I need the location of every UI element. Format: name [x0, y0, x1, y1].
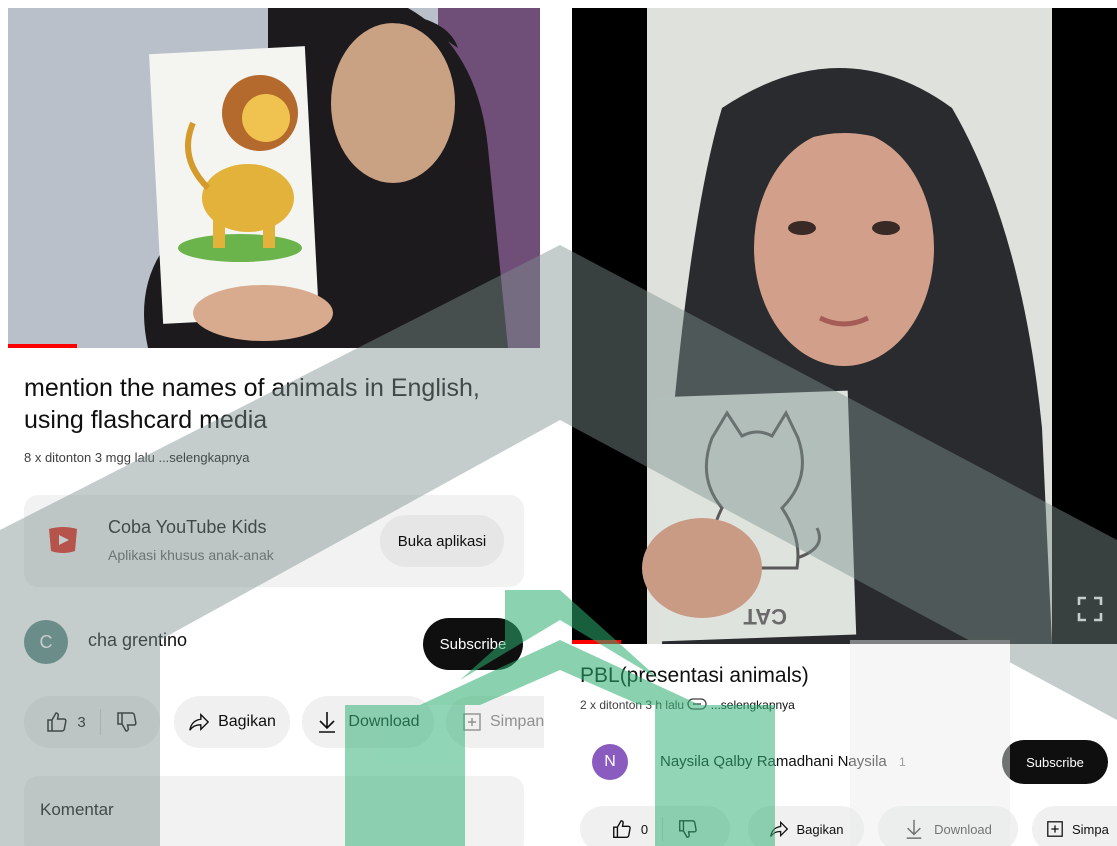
share-button[interactable]: Bagikan [174, 696, 290, 748]
download-icon [906, 819, 922, 839]
promo-title: Coba YouTube Kids [108, 517, 267, 537]
video-frame-lion [8, 8, 540, 348]
more-link[interactable]: ...selengkapnya [158, 450, 249, 465]
separator [544, 0, 572, 846]
channel-name[interactable]: Naysila Qalby Ramadhani Naysila 1 [660, 753, 906, 770]
promo-subtitle: Aplikasi khusus anak-anak [108, 547, 274, 563]
view-count: 2 x ditonton [580, 698, 643, 712]
dislike-button[interactable] [677, 818, 699, 840]
video-meta: 8 x ditonton 3 mgg lalu ...selengkapnya [24, 450, 250, 465]
subscribe-button[interactable]: Subscribe [423, 618, 523, 670]
save-label: Simpa [1072, 821, 1109, 837]
like-dislike-group: 3 [24, 696, 160, 748]
save-button[interactable]: Simpan [446, 696, 544, 748]
thumbs-down-icon [116, 712, 137, 732]
divider [662, 817, 664, 841]
download-label: Download [348, 713, 420, 730]
open-app-button[interactable]: Buka aplikasi [380, 515, 504, 567]
like-count: 3 [77, 713, 86, 731]
view-count: 8 x ditonton [24, 450, 92, 465]
channel-avatar[interactable]: N [592, 744, 628, 780]
video-player[interactable]: CAT [572, 8, 1117, 644]
subscriber-count: 1 [898, 755, 906, 769]
video-player[interactable] [8, 8, 540, 348]
download-icon [319, 712, 336, 733]
share-button[interactable]: Bagikan [748, 806, 864, 846]
youtube-kids-promo: Coba YouTube Kids Aplikasi khusus anak-a… [24, 495, 524, 587]
video-title: mention the names of animals in English,… [24, 374, 480, 434]
divider [99, 709, 101, 735]
more-link[interactable]: ...selengkapnya [711, 698, 795, 712]
video-meta: 2 x ditonton 3 h lalu ...selengkapnya [580, 698, 795, 713]
thumbs-down-icon [679, 820, 697, 838]
fullscreen-icon[interactable] [1077, 596, 1103, 627]
video-frame-cat: CAT [572, 8, 1117, 644]
save-button[interactable]: Simpa [1032, 806, 1117, 846]
channel-avatar[interactable]: C [24, 620, 68, 664]
share-icon [189, 713, 210, 731]
save-label: Simpan [490, 713, 544, 730]
download-label: Download [934, 821, 992, 837]
upload-age: 3 mgg lalu [94, 450, 155, 465]
save-playlist-icon [1047, 821, 1063, 837]
comments-section[interactable]: Komentar [24, 776, 524, 846]
like-button[interactable]: 3 [45, 710, 86, 734]
download-button[interactable]: Download [302, 696, 434, 748]
youtube-kids-icon [46, 525, 80, 560]
video-progress-bar[interactable] [8, 344, 78, 348]
avatar-letter: C [39, 631, 53, 652]
like-count: 0 [640, 821, 649, 837]
link-icon [687, 698, 708, 713]
comments-label: Komentar [40, 800, 114, 819]
share-icon [769, 820, 788, 838]
download-button[interactable]: Download [878, 806, 1018, 846]
upload-age: 3 h lalu [645, 698, 685, 712]
share-label: Bagikan [218, 713, 276, 730]
save-playlist-icon [463, 713, 481, 731]
video-title: PBL(presentasi animals) [580, 664, 809, 687]
like-button[interactable]: 0 [611, 818, 648, 840]
thumbs-up-icon [612, 820, 631, 838]
video-progress-bar[interactable] [572, 640, 622, 644]
right-screenshot: CAT PBL(presentasi animals) 2 x ditonton… [572, 0, 1117, 846]
thumbs-up-icon [47, 712, 67, 732]
subscribe-button[interactable]: Subscribe [1002, 740, 1108, 784]
channel-name[interactable]: cha grentino [88, 630, 187, 651]
like-dislike-group: 0 [580, 806, 730, 846]
channel-name-text: Naysila Qalby Ramadhani Naysila [660, 753, 887, 770]
share-label: Bagikan [796, 821, 844, 837]
avatar-letter: N [604, 753, 616, 770]
flashcard-caption: CAT [743, 604, 787, 629]
left-screenshot: mention the names of animals in English,… [0, 0, 544, 846]
dislike-button[interactable] [115, 710, 139, 734]
